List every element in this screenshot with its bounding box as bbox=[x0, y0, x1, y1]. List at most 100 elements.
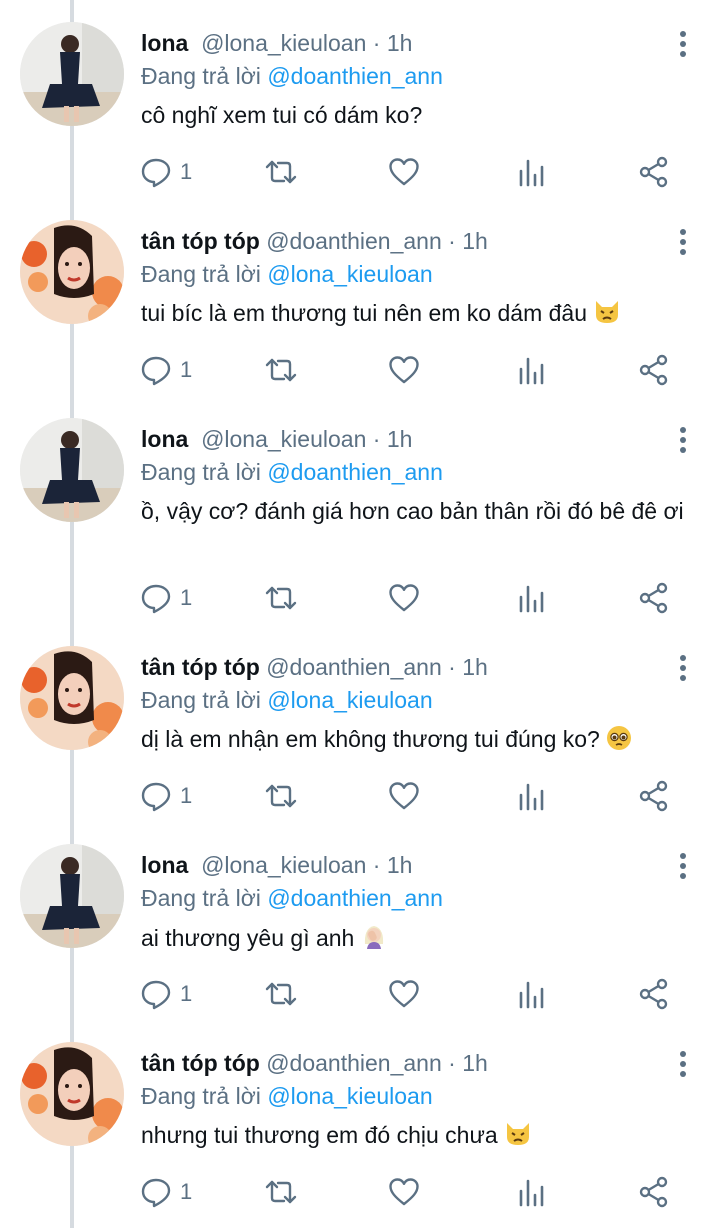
reply-count: 1 bbox=[180, 783, 193, 808]
avatar[interactable] bbox=[20, 844, 124, 948]
user-handle[interactable]: @lona_kieuloan bbox=[201, 426, 366, 452]
more-icon[interactable] bbox=[676, 30, 690, 58]
retweet-icon bbox=[265, 982, 297, 1006]
reply-icon bbox=[141, 1178, 171, 1208]
like-button[interactable] bbox=[388, 350, 420, 390]
timestamp[interactable]: 1h bbox=[462, 654, 488, 680]
timestamp[interactable]: 1h bbox=[462, 228, 488, 254]
share-button[interactable] bbox=[638, 974, 670, 1014]
retweet-icon bbox=[265, 784, 297, 808]
tweet[interactable]: lona @lona_kieuloan · 1h Đang trả lời @d… bbox=[0, 0, 720, 198]
tweet-actions: 1 bbox=[140, 974, 680, 1014]
retweet-button[interactable] bbox=[264, 776, 298, 816]
share-button[interactable] bbox=[638, 350, 670, 390]
reply-button[interactable]: 1 bbox=[140, 350, 192, 390]
tweet[interactable]: tân tóp tóp @doanthien_ann · 1h Đang trả… bbox=[0, 198, 720, 396]
more-icon[interactable] bbox=[676, 654, 690, 682]
share-icon bbox=[639, 780, 668, 812]
mention-link[interactable]: @lona_kieuloan bbox=[267, 1083, 432, 1109]
replying-to-label: Đang trả lời bbox=[141, 687, 261, 713]
like-button[interactable] bbox=[388, 578, 420, 618]
share-icon bbox=[639, 354, 668, 386]
timestamp[interactable]: 1h bbox=[462, 1050, 488, 1076]
analytics-icon bbox=[519, 585, 544, 613]
display-name[interactable]: tân tóp tóp bbox=[141, 1050, 260, 1076]
tweet-header: lona @lona_kieuloan · 1h bbox=[141, 850, 701, 880]
share-button[interactable] bbox=[638, 152, 670, 192]
timestamp[interactable]: 1h bbox=[387, 852, 413, 878]
share-button[interactable] bbox=[638, 578, 670, 618]
analytics-button[interactable] bbox=[516, 1172, 546, 1212]
share-button[interactable] bbox=[638, 776, 670, 816]
reply-button[interactable]: 1 bbox=[140, 1172, 192, 1212]
analytics-button[interactable] bbox=[516, 776, 546, 816]
analytics-icon bbox=[519, 981, 544, 1009]
retweet-button[interactable] bbox=[264, 350, 298, 390]
pouting-cat-emoji bbox=[506, 1123, 529, 1145]
tweet-text: ai thương yêu gì anh bbox=[141, 922, 701, 954]
retweet-button[interactable] bbox=[264, 974, 298, 1014]
mention-link[interactable]: @lona_kieuloan bbox=[267, 687, 432, 713]
like-button[interactable] bbox=[388, 776, 420, 816]
tweet-actions: 1 bbox=[140, 152, 680, 192]
retweet-button[interactable] bbox=[264, 1172, 298, 1212]
replying-to: Đang trả lời @doanthien_ann bbox=[141, 61, 701, 91]
timestamp[interactable]: 1h bbox=[387, 30, 413, 56]
analytics-button[interactable] bbox=[516, 974, 546, 1014]
display-name[interactable]: lona bbox=[141, 426, 188, 452]
tweet[interactable]: lona @lona_kieuloan · 1h Đang trả lời @d… bbox=[0, 822, 720, 1020]
share-button[interactable] bbox=[638, 1172, 670, 1212]
avatar[interactable] bbox=[20, 646, 124, 750]
user-handle[interactable]: @doanthien_ann bbox=[266, 228, 442, 254]
display-name[interactable]: lona bbox=[141, 852, 188, 878]
reply-button[interactable]: 1 bbox=[140, 776, 192, 816]
analytics-icon bbox=[519, 783, 544, 811]
replying-to-label: Đang trả lời bbox=[141, 885, 261, 911]
analytics-button[interactable] bbox=[516, 578, 546, 618]
mention-link[interactable]: @lona_kieuloan bbox=[267, 261, 432, 287]
mention-link[interactable]: @doanthien_ann bbox=[267, 459, 443, 485]
reply-button[interactable]: 1 bbox=[140, 578, 192, 618]
reply-button[interactable]: 1 bbox=[140, 974, 192, 1014]
like-button[interactable] bbox=[388, 152, 420, 192]
display-name[interactable]: tân tóp tóp bbox=[141, 654, 260, 680]
pleading-face-emoji bbox=[606, 726, 631, 750]
tweet[interactable]: lona @lona_kieuloan · 1h Đang trả lời @d… bbox=[0, 396, 720, 624]
tweet[interactable]: tân tóp tóp @doanthien_ann · 1h Đang trả… bbox=[0, 1020, 720, 1228]
like-button[interactable] bbox=[388, 974, 420, 1014]
analytics-button[interactable] bbox=[516, 350, 546, 390]
retweet-icon bbox=[265, 1180, 297, 1204]
mention-link[interactable]: @doanthien_ann bbox=[267, 885, 443, 911]
like-button[interactable] bbox=[388, 1172, 420, 1212]
tweet-actions: 1 bbox=[140, 350, 680, 390]
more-icon[interactable] bbox=[676, 426, 690, 454]
reply-button[interactable]: 1 bbox=[140, 152, 192, 192]
separator-dot: · bbox=[372, 30, 381, 56]
mention-link[interactable]: @doanthien_ann bbox=[267, 63, 443, 89]
avatar[interactable] bbox=[20, 1042, 124, 1146]
display-name[interactable]: tân tóp tóp bbox=[141, 228, 260, 254]
user-handle[interactable]: @doanthien_ann bbox=[266, 654, 442, 680]
retweet-button[interactable] bbox=[264, 578, 298, 618]
avatar[interactable] bbox=[20, 418, 124, 522]
avatar[interactable] bbox=[20, 220, 124, 324]
more-icon[interactable] bbox=[676, 1050, 690, 1078]
user-handle[interactable]: @lona_kieuloan bbox=[201, 30, 366, 56]
tweet-text: tui bíc là em thương tui nên em ko dám đ… bbox=[141, 298, 701, 329]
tweet-actions: 1 bbox=[140, 1172, 680, 1212]
retweet-button[interactable] bbox=[264, 152, 298, 192]
analytics-button[interactable] bbox=[516, 152, 546, 192]
avatar[interactable] bbox=[20, 22, 124, 126]
tweet-text: dị là em nhận em không thương tui đúng k… bbox=[141, 724, 701, 755]
separator-dot: · bbox=[448, 1050, 456, 1076]
user-handle[interactable]: @doanthien_ann bbox=[266, 1050, 442, 1076]
tweet-text-content: ai thương yêu gì anh bbox=[141, 925, 355, 951]
user-handle[interactable]: @lona_kieuloan bbox=[201, 852, 366, 878]
reply-icon bbox=[141, 584, 171, 614]
timestamp[interactable]: 1h bbox=[387, 426, 413, 452]
tweet[interactable]: tân tóp tóp @doanthien_ann · 1h Đang trả… bbox=[0, 624, 720, 822]
more-icon[interactable] bbox=[676, 852, 690, 880]
more-icon[interactable] bbox=[676, 228, 690, 256]
display-name[interactable]: lona bbox=[141, 30, 188, 56]
share-icon bbox=[639, 1176, 668, 1208]
